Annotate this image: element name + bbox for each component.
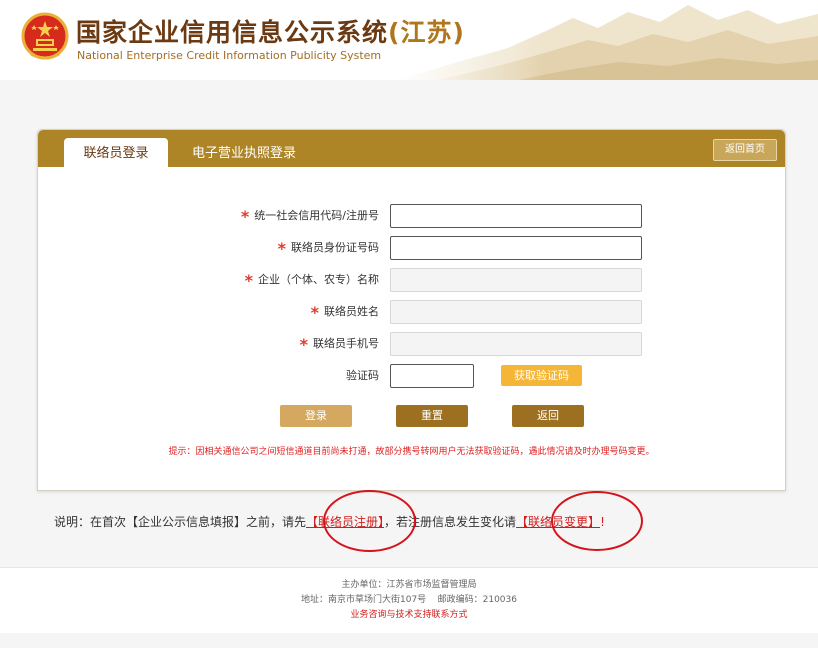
required-mark: * bbox=[310, 303, 319, 322]
reset-button[interactable]: 重置 bbox=[396, 405, 468, 427]
required-mark: * bbox=[299, 335, 308, 354]
liaison-name-label: * 联络员姓名 bbox=[310, 303, 379, 322]
return-home-button[interactable]: 返回首页 bbox=[713, 139, 777, 161]
form-row-id-number: * 联络员身份证号码 bbox=[38, 236, 785, 260]
tab-bar: 联络员登录 电子营业执照登录 返回首页 bbox=[38, 130, 785, 168]
login-panel: 联络员登录 电子营业执照登录 返回首页 * 统一社会信用代码/注册号 * 联络员身份… bbox=[37, 129, 786, 491]
register-highlight-circle bbox=[323, 490, 416, 552]
form-row-liaison-name: * 联络员姓名 bbox=[38, 300, 785, 324]
site-footer: 主办单位：江苏省市场监督管理局 地址：南京市草场门大街107号 邮政编码：210… bbox=[0, 567, 818, 633]
required-mark: * bbox=[240, 207, 250, 226]
required-mark: * bbox=[277, 239, 286, 258]
footer-contact-link[interactable]: 业务咨询与技术支持联系方式 bbox=[0, 608, 818, 623]
enterprise-name-label: * 企业（个体、农专）名称 bbox=[244, 271, 379, 290]
get-code-button[interactable]: 获取验证码 bbox=[501, 365, 582, 386]
login-button[interactable]: 登录 bbox=[280, 405, 352, 427]
tab-license-login[interactable]: 电子营业执照登录 bbox=[192, 138, 296, 168]
province-label: (江苏) bbox=[388, 18, 465, 47]
enterprise-name-input[interactable] bbox=[390, 268, 642, 292]
liaison-name-input[interactable] bbox=[390, 300, 642, 324]
phone-label: * 联络员手机号 bbox=[299, 335, 379, 354]
required-mark: * bbox=[244, 271, 253, 290]
national-emblem-icon bbox=[21, 12, 69, 60]
form-row-enterprise-name: * 企业（个体、农专）名称 bbox=[38, 268, 785, 292]
sms-hint: 提示：因相关通信公司之间短信通道目前尚未打通，故部分携号转网用户无法获取验证码，… bbox=[168, 447, 655, 457]
verification-code-label: 验证码 bbox=[346, 369, 379, 382]
change-highlight-circle bbox=[551, 491, 643, 551]
site-subtitle: National Enterprise Credit Information P… bbox=[77, 49, 382, 62]
site-title: 国家企业信用信息公示系统(江苏) bbox=[76, 18, 465, 47]
credit-code-label: * 统一社会信用代码/注册号 bbox=[240, 207, 379, 226]
verification-code-input[interactable] bbox=[390, 364, 474, 388]
credit-code-input[interactable] bbox=[390, 204, 642, 228]
footer-address: 地址：南京市草场门大街107号 邮政编码：210036 bbox=[301, 595, 517, 605]
id-number-input[interactable] bbox=[390, 236, 642, 260]
note-prefix: 说明：在首次【企业公示信息填报】之前，请先 bbox=[54, 515, 307, 529]
form-row-credit-code: * 统一社会信用代码/注册号 bbox=[38, 204, 785, 228]
id-number-label: * 联络员身份证号码 bbox=[277, 239, 379, 258]
form-row-phone: * 联络员手机号 bbox=[38, 332, 785, 356]
back-button[interactable]: 返回 bbox=[512, 405, 584, 427]
tab-liaison-login[interactable]: 联络员登录 bbox=[64, 138, 168, 168]
footer-sponsor: 主办单位：江苏省市场监督管理局 bbox=[341, 580, 477, 590]
phone-input[interactable] bbox=[390, 332, 642, 356]
site-header: 国家企业信用信息公示系统(江苏) National Enterprise Cre… bbox=[0, 0, 818, 80]
form-row-verification-code: 验证码 获取验证码 bbox=[38, 364, 785, 388]
